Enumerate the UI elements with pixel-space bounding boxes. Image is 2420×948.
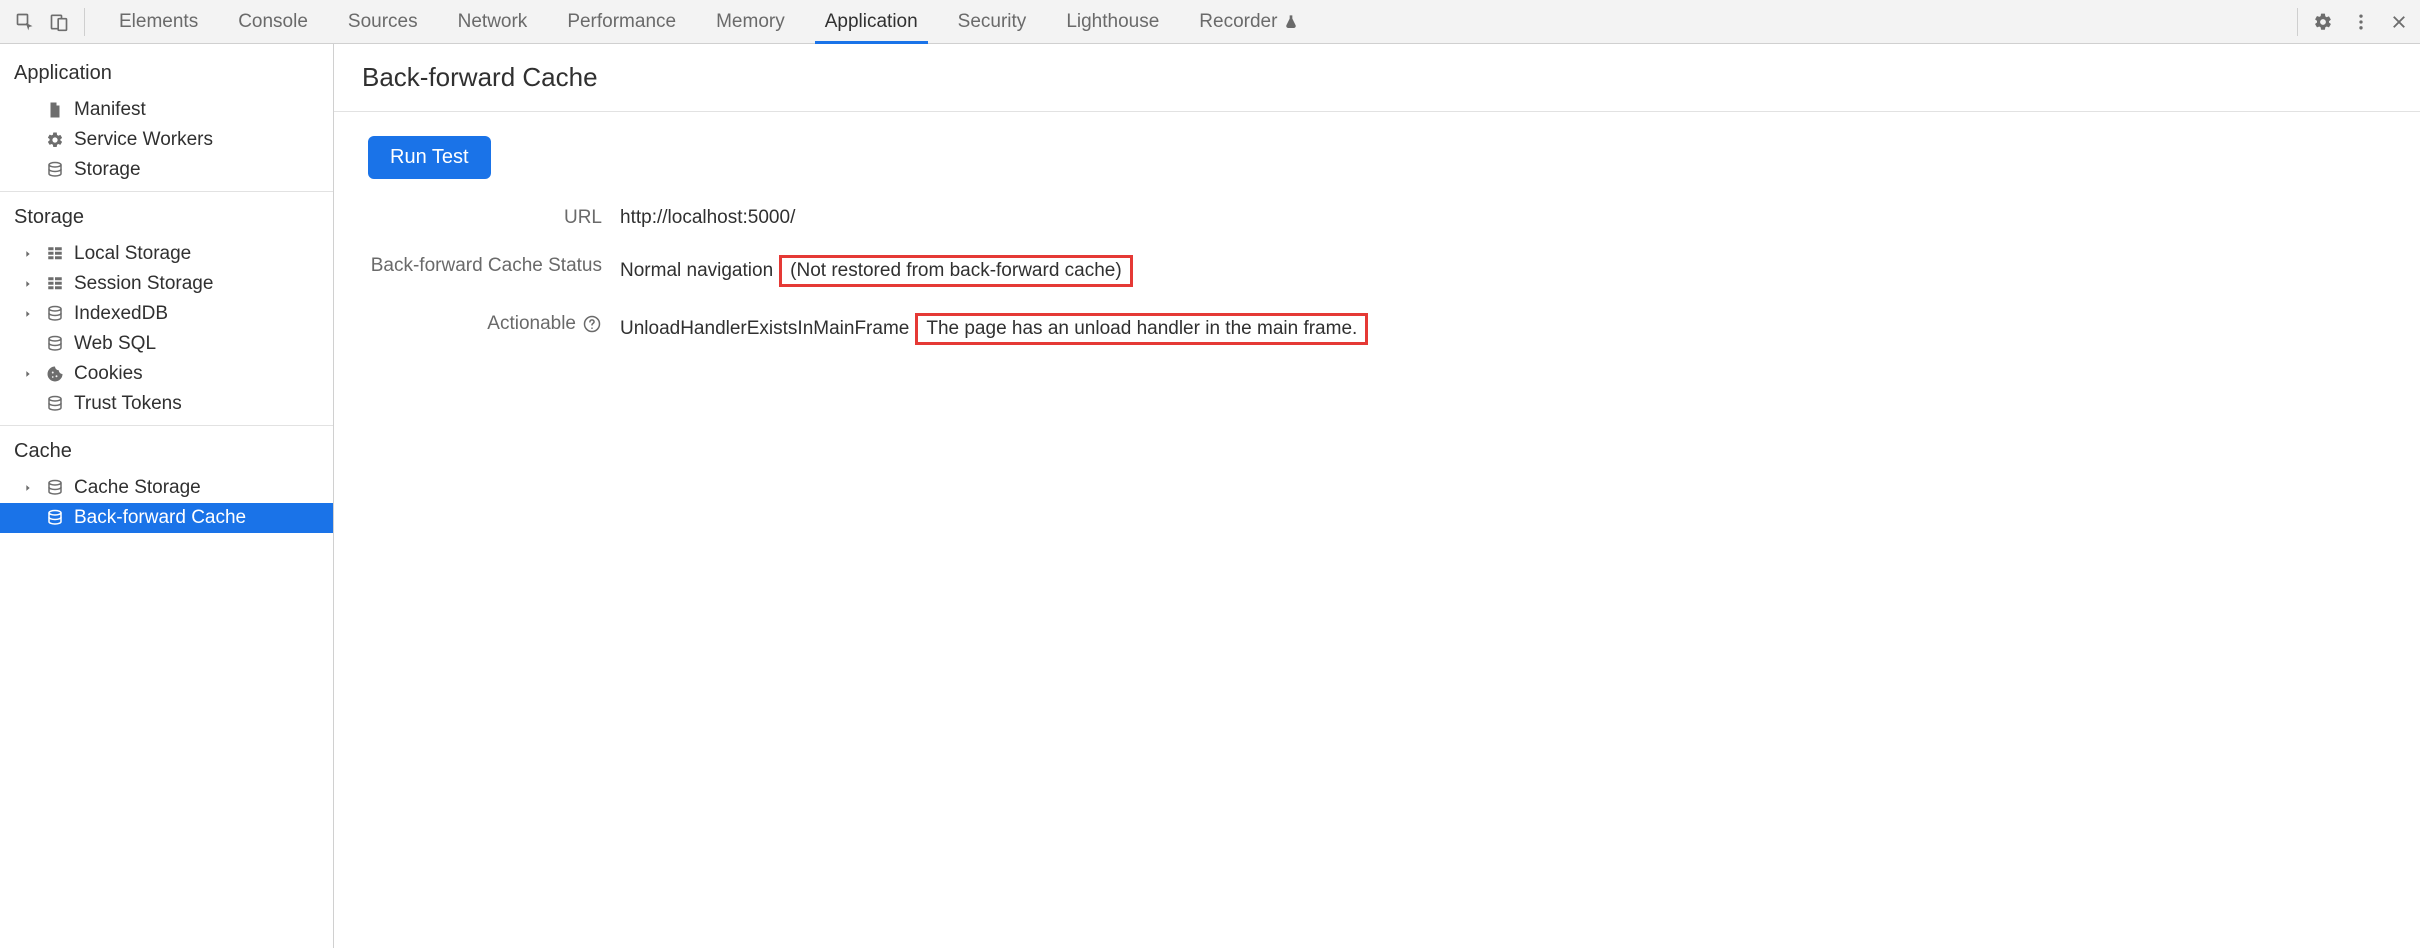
sidebar-heading: Cache <box>0 434 333 473</box>
tab-sources[interactable]: Sources <box>332 0 434 43</box>
chevron-right-icon <box>20 483 36 493</box>
actionable-label-text: Actionable <box>487 313 576 335</box>
tab-label: Console <box>238 11 308 33</box>
database-icon <box>44 303 66 325</box>
sidebar-item-indexeddb[interactable]: IndexedDB <box>0 299 333 329</box>
actionable-value: UnloadHandlerExistsInMainFrame The page … <box>620 313 2392 345</box>
status-value: Normal navigation (Not restored from bac… <box>620 255 2392 287</box>
database-icon <box>44 507 66 529</box>
tab-label: Performance <box>567 11 676 33</box>
main-split: Application Manifest Service Workers Storag… <box>0 44 2420 948</box>
toolbar-left-group <box>14 8 85 36</box>
document-icon <box>44 99 66 121</box>
sidebar-section: Storage Local Storage Session Storage Index… <box>0 200 333 426</box>
database-icon <box>44 477 66 499</box>
actionable-reason: UnloadHandlerExistsInMainFrame <box>620 318 909 340</box>
sidebar-item-local-storage[interactable]: Local Storage <box>0 239 333 269</box>
sidebar-section: Application Manifest Service Workers Storag… <box>0 56 333 192</box>
sidebar-heading: Storage <box>0 200 333 239</box>
tab-label: Sources <box>348 11 418 33</box>
sidebar-item-label: Cache Storage <box>74 477 201 499</box>
device-toggle-icon[interactable] <box>48 11 70 33</box>
url-label: URL <box>362 207 602 229</box>
tab-label: Security <box>958 11 1027 33</box>
grid-icon <box>44 243 66 265</box>
tab-network[interactable]: Network <box>442 0 544 43</box>
grid-icon <box>44 273 66 295</box>
tab-elements[interactable]: Elements <box>103 0 214 43</box>
settings-gear-icon[interactable] <box>2312 11 2334 33</box>
sidebar-item-back-forward-cache[interactable]: Back-forward Cache <box>0 503 333 533</box>
sidebar-item-label: Trust Tokens <box>74 393 182 415</box>
sidebar-item-web-sql[interactable]: Web SQL <box>0 329 333 359</box>
close-icon[interactable] <box>2388 11 2410 33</box>
sidebar-item-manifest[interactable]: Manifest <box>0 95 333 125</box>
gear-icon <box>44 129 66 151</box>
tab-strip: Elements Console Sources Network Performance… <box>93 0 2289 43</box>
chevron-right-icon <box>20 249 36 259</box>
sidebar-item-label: Session Storage <box>74 273 213 295</box>
help-icon[interactable] <box>582 314 602 334</box>
status-text: Normal navigation <box>620 260 773 282</box>
url-value: http://localhost:5000/ <box>620 207 2392 229</box>
tab-lighthouse[interactable]: Lighthouse <box>1050 0 1175 43</box>
sidebar-item-service-workers[interactable]: Service Workers <box>0 125 333 155</box>
more-vertical-icon[interactable] <box>2350 11 2372 33</box>
sidebar-item-cookies[interactable]: Cookies <box>0 359 333 389</box>
database-icon <box>44 393 66 415</box>
sidebar-item-trust-tokens[interactable]: Trust Tokens <box>0 389 333 419</box>
tab-label: Application <box>825 11 918 33</box>
chevron-right-icon <box>20 369 36 379</box>
database-icon <box>44 159 66 181</box>
tab-memory[interactable]: Memory <box>700 0 801 43</box>
chevron-right-icon <box>20 279 36 289</box>
page-title: Back-forward Cache <box>362 62 2392 93</box>
sidebar-item-cache-storage[interactable]: Cache Storage <box>0 473 333 503</box>
cookie-icon <box>44 363 66 385</box>
tab-label: Recorder <box>1199 11 1277 33</box>
flask-icon <box>1283 14 1299 30</box>
sidebar-item-label: Web SQL <box>74 333 156 355</box>
tab-label: Memory <box>716 11 785 33</box>
run-test-button[interactable]: Run Test <box>368 136 491 179</box>
tab-recorder[interactable]: Recorder <box>1183 0 1307 43</box>
sidebar-item-label: Local Storage <box>74 243 191 265</box>
chevron-right-icon <box>20 309 36 319</box>
database-icon <box>44 333 66 355</box>
devtools-toolbar: Elements Console Sources Network Performance… <box>0 0 2420 44</box>
tab-performance[interactable]: Performance <box>551 0 692 43</box>
sidebar-heading: Application <box>0 56 333 95</box>
sidebar-item-label: IndexedDB <box>74 303 168 325</box>
sidebar-item-label: Service Workers <box>74 129 213 151</box>
tab-label: Elements <box>119 11 198 33</box>
sidebar-item-label: Back-forward Cache <box>74 507 246 529</box>
sidebar-item-label: Manifest <box>74 99 146 121</box>
status-highlight: (Not restored from back-forward cache) <box>779 255 1133 287</box>
tab-console[interactable]: Console <box>222 0 324 43</box>
toolbar-right-group <box>2297 8 2410 36</box>
tab-label: Network <box>458 11 528 33</box>
tab-security[interactable]: Security <box>942 0 1043 43</box>
sidebar-item-storage[interactable]: Storage <box>0 155 333 185</box>
tab-label: Lighthouse <box>1066 11 1159 33</box>
main-panel: Back-forward Cache Run Test URL http://l… <box>334 44 2420 948</box>
tab-application[interactable]: Application <box>809 0 934 43</box>
status-label: Back-forward Cache Status <box>362 255 602 277</box>
actionable-label: Actionable <box>362 313 602 335</box>
bfcache-report: URL http://localhost:5000/ Back-forward … <box>362 207 2392 345</box>
sidebar-item-label: Storage <box>74 159 141 181</box>
divider <box>334 111 2420 112</box>
sidebar-section: Cache Cache Storage Back-forward Cache <box>0 434 333 539</box>
sidebar: Application Manifest Service Workers Storag… <box>0 44 334 948</box>
sidebar-item-session-storage[interactable]: Session Storage <box>0 269 333 299</box>
actionable-highlight: The page has an unload handler in the ma… <box>915 313 1368 345</box>
inspect-element-icon[interactable] <box>14 11 36 33</box>
sidebar-item-label: Cookies <box>74 363 143 385</box>
